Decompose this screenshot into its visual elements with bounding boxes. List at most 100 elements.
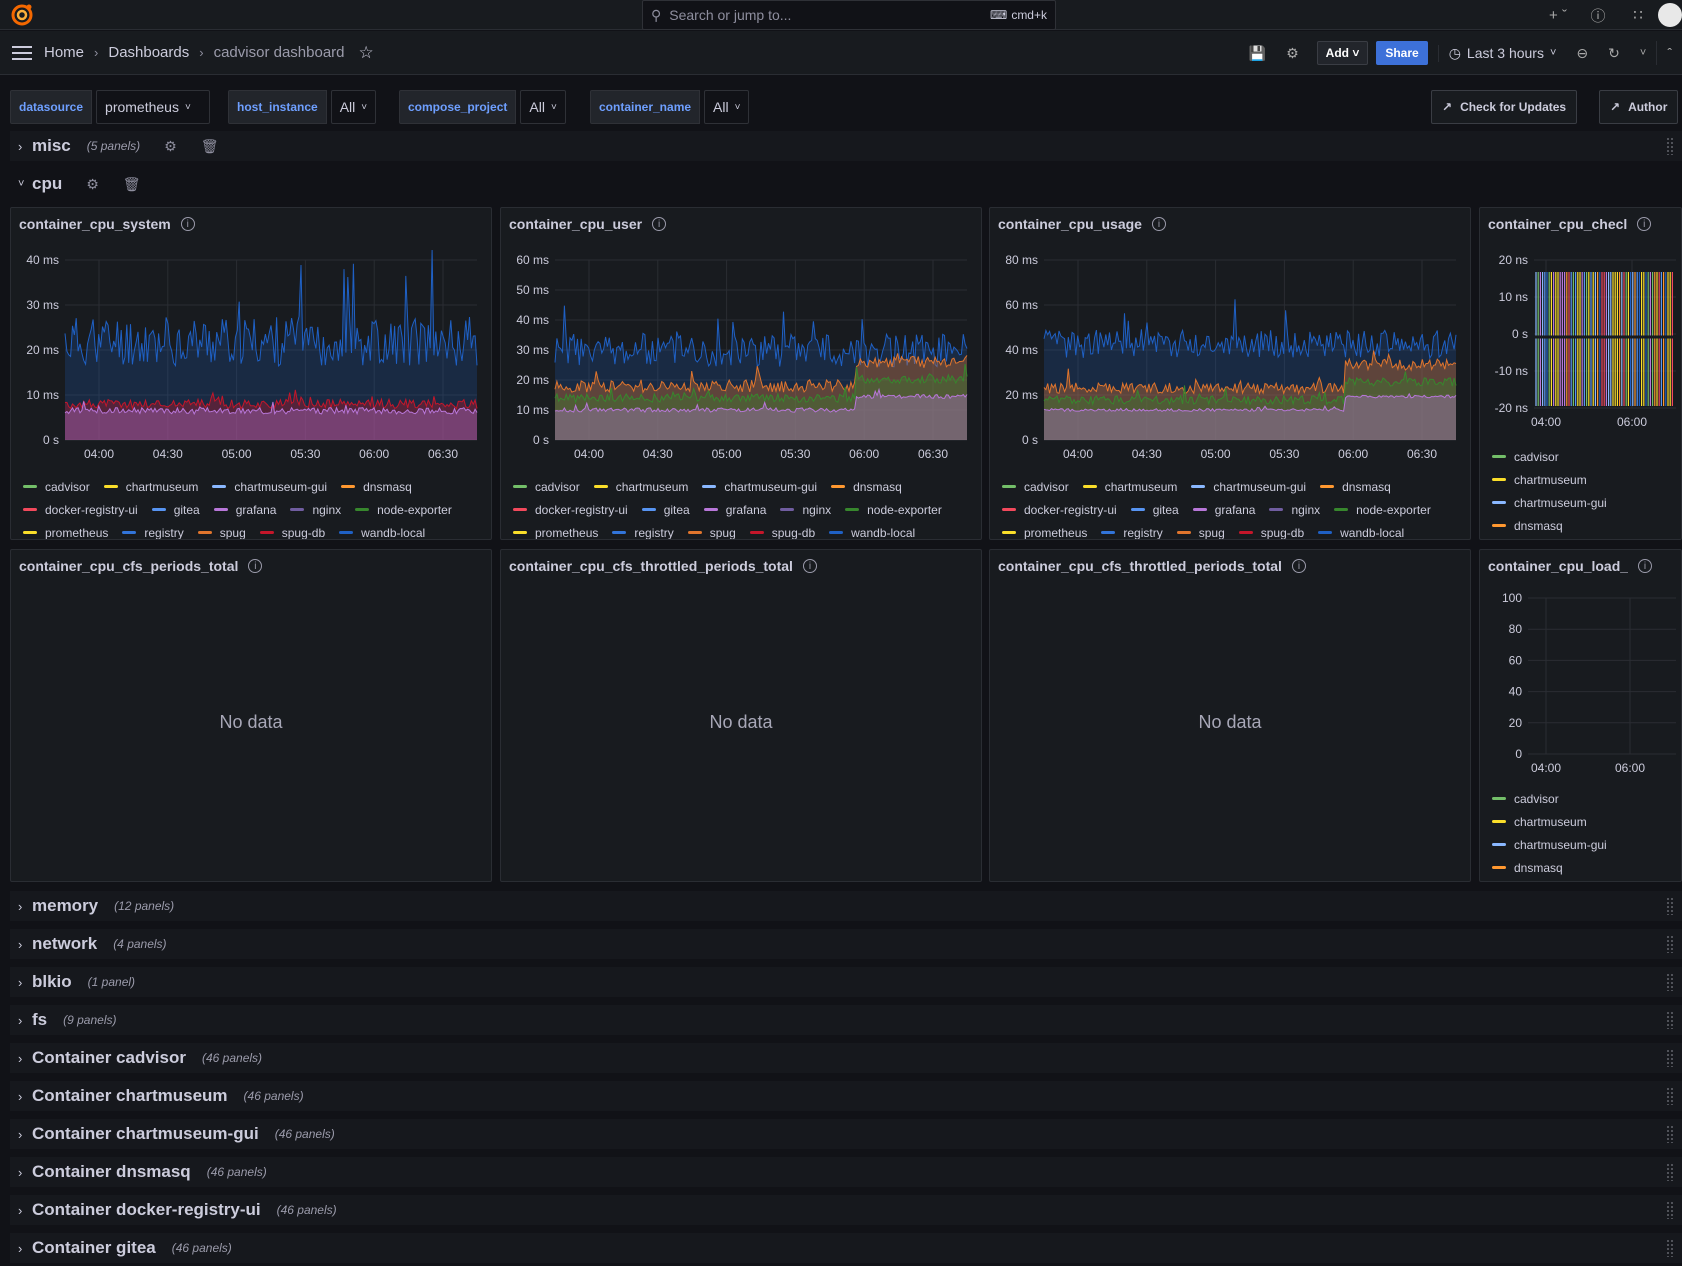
row-collapsed[interactable]: › Container chartmuseum (46 panels) <box>10 1081 1682 1111</box>
legend-item[interactable]: docker-registry-ui <box>1002 503 1117 517</box>
refresh-interval-chevron-icon[interactable]: ˅ <box>1630 41 1656 65</box>
legend-item[interactable]: chartmuseum-gui <box>1492 833 1607 856</box>
collapse-up-icon[interactable]: ˆ <box>1656 41 1682 65</box>
legend-item[interactable]: node-exporter <box>1334 503 1431 517</box>
legend-item[interactable]: chartmuseum <box>1082 480 1177 494</box>
new-plus-icon[interactable]: + ˇ <box>1538 0 1578 30</box>
panel-container-cpu-cfs-throttled-periods-total-2[interactable]: container_cpu_cfs_throttled_periods_tota… <box>989 549 1471 882</box>
legend-item[interactable]: dnsmasq <box>1492 514 1607 537</box>
zoom-out-icon[interactable]: ⊖ <box>1566 41 1598 65</box>
drag-handle-icon[interactable] <box>1666 1011 1674 1029</box>
panel-container-cpu-system[interactable]: container_cpu_system i 0 s 10 ms 20 ms 30 ms… <box>10 207 492 540</box>
legend-item[interactable]: nginx <box>1269 503 1320 517</box>
drag-handle-icon[interactable] <box>1666 973 1674 991</box>
row-misc[interactable]: › misc (5 panels) ⚙ 🗑 <box>10 131 1682 161</box>
drag-handle-icon[interactable] <box>1666 935 1674 953</box>
legend-item[interactable]: dnsmasq <box>1492 856 1607 879</box>
legend-item[interactable]: cadvisor <box>1002 480 1069 494</box>
legend-item[interactable]: cadvisor <box>1492 787 1607 810</box>
legend-item[interactable]: node-exporter <box>845 503 942 517</box>
star-icon[interactable]: ☆ <box>359 43 374 63</box>
drag-handle-icon[interactable] <box>1666 1239 1674 1257</box>
legend-item[interactable]: chartmuseum-gui <box>702 480 817 494</box>
drag-handle-icon[interactable] <box>1666 1163 1674 1181</box>
add-button[interactable]: Add ˅ <box>1316 41 1369 65</box>
legend-item[interactable]: cadvisor <box>513 480 580 494</box>
legend-item[interactable]: nginx <box>780 503 831 517</box>
panel-container-cpu-cfs-periods-total[interactable]: container_cpu_cfs_periods_total i No data <box>10 549 492 882</box>
legend-item[interactable]: wandb-local <box>339 526 425 539</box>
user-avatar[interactable] <box>1658 3 1682 27</box>
legend-item[interactable]: chartmuseum-gui <box>1492 491 1607 514</box>
variable-select[interactable]: All ˅ <box>704 90 750 124</box>
legend-item[interactable]: grafana <box>213 503 276 517</box>
legend-item[interactable]: cadvisor <box>23 480 90 494</box>
panel-container-cpu-cfs-throttled-periods-total[interactable]: container_cpu_cfs_throttled_periods_tota… <box>500 549 982 882</box>
legend-item[interactable]: gitea <box>1130 503 1179 517</box>
row-collapsed[interactable]: › fs (9 panels) <box>10 1005 1682 1035</box>
drag-handle-icon[interactable] <box>1666 1087 1674 1105</box>
trash-icon[interactable]: 🗑 <box>201 138 219 155</box>
legend-item[interactable]: chartmuseum-gui <box>212 480 327 494</box>
grafana-logo-icon[interactable] <box>10 3 34 27</box>
row-collapsed[interactable]: › blkio (1 panel) <box>10 967 1682 997</box>
breadcrumb-dashboards[interactable]: Dashboards <box>108 44 189 61</box>
variable-select[interactable]: All ˅ <box>520 90 566 124</box>
legend-item[interactable]: chartmuseum <box>103 480 198 494</box>
legend-item[interactable]: spug-db <box>259 526 325 539</box>
row-collapsed[interactable]: › Container chartmuseum-gui (46 panels) <box>10 1119 1682 1149</box>
legend-item[interactable]: wandb-local <box>829 526 915 539</box>
legend-item[interactable]: chartmuseum-gui <box>1191 480 1306 494</box>
row-collapsed[interactable]: › network (4 panels) <box>10 929 1682 959</box>
legend-item[interactable]: registry <box>1101 526 1163 539</box>
panel-container-cpu-load[interactable]: container_cpu_load_ i 0 20 40 60 80 100 04:00 06… <box>1479 549 1682 882</box>
info-icon[interactable]: i <box>802 559 817 573</box>
drag-handle-icon[interactable] <box>1666 1049 1674 1067</box>
info-icon[interactable]: i <box>1291 559 1306 573</box>
legend-item[interactable]: registry <box>612 526 674 539</box>
gear-icon[interactable]: ⚙ <box>86 176 99 193</box>
legend-item[interactable]: chartmuseum <box>593 480 688 494</box>
legend-item[interactable]: chartmuseum <box>1492 810 1607 833</box>
row-collapsed[interactable]: › Container docker-registry-ui (46 panels) <box>10 1195 1682 1225</box>
search-input[interactable]: ⚲ Search or jump to... ⌨ cmd+k <box>642 0 1056 30</box>
legend-item[interactable]: prometheus <box>23 526 108 539</box>
legend-item[interactable]: nginx <box>290 503 341 517</box>
trash-icon[interactable]: 🗑 <box>123 176 141 193</box>
panel-container-cpu-checl[interactable]: container_cpu_checl i -20 ns -10 ns 0 s 10 n… <box>1479 207 1682 540</box>
time-range-picker[interactable]: ◷ Last 3 hours ˅ <box>1437 44 1567 62</box>
breadcrumb-home[interactable]: Home <box>44 44 84 61</box>
legend-item[interactable]: spug-db <box>1238 526 1304 539</box>
variable-select[interactable]: All ˅ <box>330 90 377 124</box>
legend-item[interactable]: spug <box>197 526 246 539</box>
legend-item[interactable]: cadvisor <box>1492 445 1607 468</box>
row-cpu[interactable]: ˅ cpu ⚙ 🗑 <box>10 169 1682 199</box>
news-rss-icon[interactable]: ∷ <box>1618 0 1658 30</box>
drag-handle-icon[interactable] <box>1666 1201 1674 1219</box>
legend-item[interactable]: dnsmasq <box>1320 480 1391 494</box>
legend-item[interactable]: gitea <box>641 503 690 517</box>
legend-item[interactable]: dnsmasq <box>831 480 902 494</box>
legend-item[interactable]: docker-registry-ui <box>23 503 138 517</box>
settings-gear-icon[interactable]: ⚙ <box>1276 41 1309 65</box>
legend-item[interactable]: gitea <box>151 503 200 517</box>
panel-container-cpu-user[interactable]: container_cpu_user i 0 s 10 ms 20 ms 30 ms 40… <box>500 207 982 540</box>
legend-item[interactable]: wandb-local <box>1318 526 1404 539</box>
legend-item[interactable]: registry <box>122 526 184 539</box>
legend-item[interactable]: spug-db <box>749 526 815 539</box>
variable-select[interactable]: prometheus ˅ <box>96 90 211 124</box>
drag-handle-icon[interactable] <box>1666 897 1674 915</box>
help-icon[interactable]: ⓘ <box>1578 0 1618 30</box>
legend-item[interactable]: spug <box>687 526 736 539</box>
row-collapsed[interactable]: › Container gitea (46 panels) <box>10 1233 1682 1263</box>
legend-item[interactable]: spug <box>1176 526 1225 539</box>
legend-item[interactable]: grafana <box>703 503 766 517</box>
panel-container-cpu-usage[interactable]: container_cpu_usage i 0 s 20 ms 40 ms 60 ms 8… <box>989 207 1471 540</box>
legend-item[interactable]: prometheus <box>513 526 598 539</box>
legend-item[interactable]: prometheus <box>1002 526 1087 539</box>
legend-item[interactable]: grafana <box>1192 503 1255 517</box>
drag-handle-icon[interactable] <box>1666 1125 1674 1143</box>
legend-item[interactable]: node-exporter <box>355 503 452 517</box>
legend-item[interactable]: docker-registry-ui <box>513 503 628 517</box>
share-button[interactable]: Share <box>1376 41 1428 65</box>
